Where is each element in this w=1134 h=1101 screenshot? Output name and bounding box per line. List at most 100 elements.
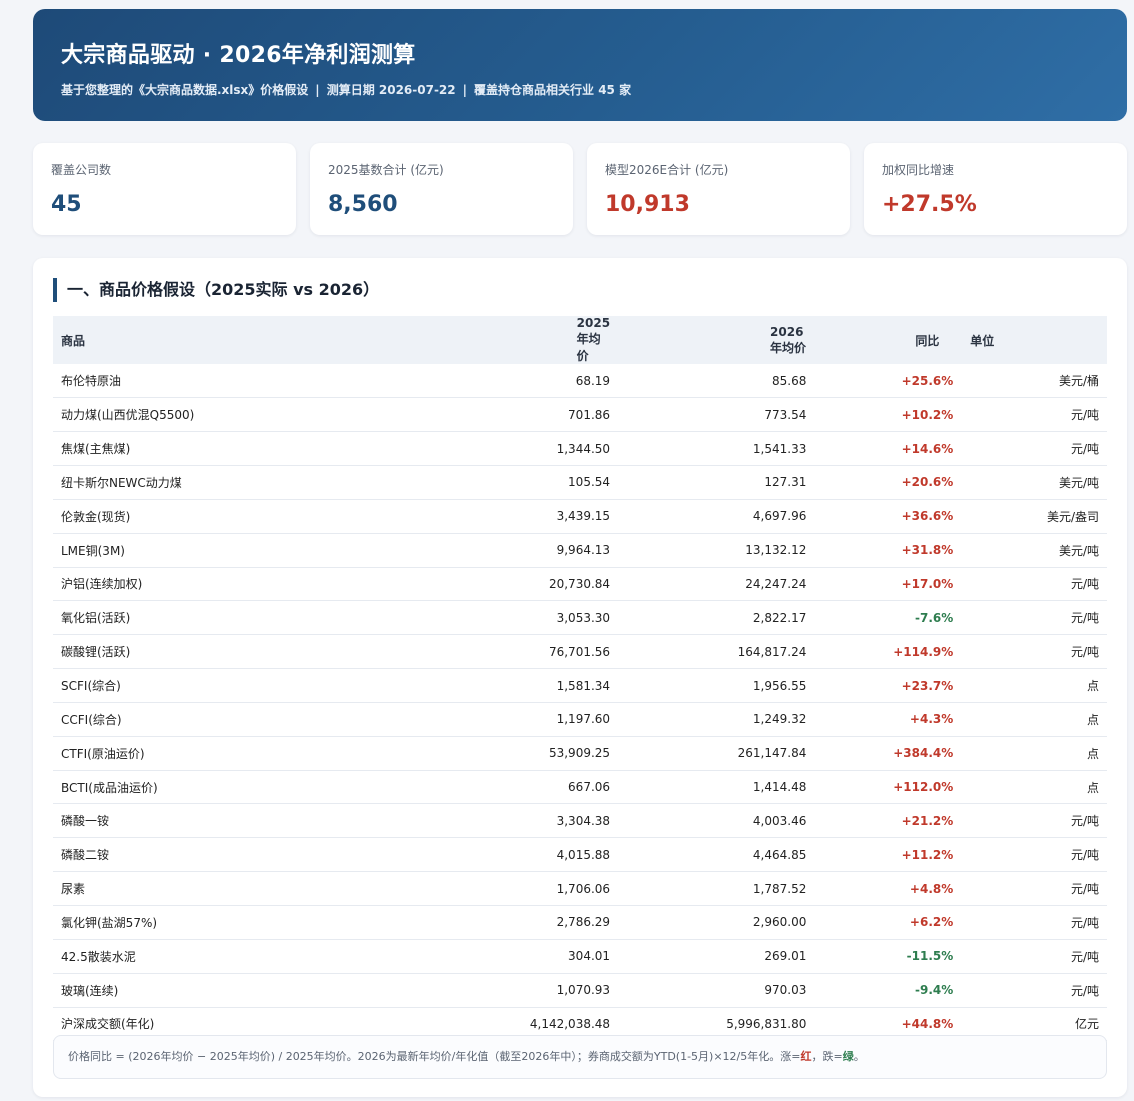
table-row: CTFI(原油运价) 53,909.25 261,147.84 +384.4% 点 <box>53 736 1107 771</box>
commodity-name: 布伦特原油 <box>53 364 234 399</box>
commodity-name: 玻璃(连续) <box>53 973 234 1008</box>
commodity-name: 碳酸锂(活跃) <box>53 634 234 670</box>
price-2026: 1,787.52 <box>618 871 815 906</box>
table-row: 玻璃(连续) 1,070.93 970.03 -9.4% 元/吨 <box>53 973 1107 1008</box>
price-2026: 4,697.96 <box>618 499 815 534</box>
table-row: BCTI(成品油运价) 667.06 1,414.48 +112.0% 点 <box>53 770 1107 805</box>
table-row: LME铜(3M) 9,964.13 13,132.12 +31.8% 美元/吨 <box>53 533 1107 568</box>
price-assumption-card: 一、商品价格假设（2025实际 vs 2026） 商品 2025年均价 2026… <box>33 258 1127 1097</box>
page-header: 大宗商品驱动 · 2026年净利润测算 基于您整理的《大宗商品数据.xlsx》价… <box>33 9 1127 121</box>
price-2026: 1,414.48 <box>618 770 815 805</box>
price-2026: 773.54 <box>618 397 815 433</box>
yoy-change: +384.4% <box>814 736 962 771</box>
yoy-change: +23.7% <box>814 668 962 703</box>
subtitle-coverage: 覆盖持仓商品相关行业 45 家 <box>474 83 632 97</box>
unit: 点 <box>961 736 1107 771</box>
commodity-name: 磷酸一铵 <box>53 803 234 839</box>
price-2026: 4,003.46 <box>618 803 815 839</box>
price-2026: 2,822.17 <box>618 600 815 636</box>
page-title: 大宗商品驱动 · 2026年净利润测算 <box>61 43 416 68</box>
unit: 美元/盎司 <box>961 499 1107 534</box>
unit: 元/吨 <box>961 803 1107 839</box>
unit: 点 <box>961 770 1107 805</box>
table-row: 布伦特原油 68.19 85.68 +25.6% 美元/桶 <box>53 364 1107 399</box>
commodity-name: 动力煤(山西优混Q5500) <box>53 397 234 433</box>
price-2025: 667.06 <box>233 770 619 805</box>
column-header-commodity[interactable]: 商品 <box>53 316 234 364</box>
price-2026: 164,817.24 <box>618 634 815 670</box>
commodity-name: 尿素 <box>53 871 234 906</box>
yoy-change: +21.2% <box>814 803 962 839</box>
column-header-yoy[interactable]: 同比 <box>814 316 962 364</box>
price-2025: 53,909.25 <box>233 736 619 771</box>
price-2025: 3,053.30 <box>233 600 619 636</box>
yoy-change: +4.8% <box>814 871 962 906</box>
price-2026: 970.03 <box>618 973 815 1008</box>
table-row: 纽卡斯尔NEWC动力煤 105.54 127.31 +20.6% 美元/吨 <box>53 465 1107 500</box>
unit: 元/吨 <box>961 939 1107 974</box>
price-2025: 3,439.15 <box>233 499 619 534</box>
unit: 元/吨 <box>961 567 1107 602</box>
price-2026: 269.01 <box>618 939 815 974</box>
price-table: 商品 2025年均价 2026年均价 同比 单位 布伦特原油 68.19 85.68… <box>53 316 1107 1042</box>
table-row: 磷酸一铵 3,304.38 4,003.46 +21.2% 元/吨 <box>53 803 1107 839</box>
unit: 元/吨 <box>961 431 1107 467</box>
column-header-price-2026[interactable]: 2026年均价 <box>618 316 815 364</box>
unit: 美元/吨 <box>961 533 1107 568</box>
commodity-name: SCFI(综合) <box>53 668 234 703</box>
table-row: 氧化铝(活跃) 3,053.30 2,822.17 -7.6% 元/吨 <box>53 600 1107 636</box>
yoy-change: +11.2% <box>814 837 962 873</box>
table-row: 42.5散装水泥 304.01 269.01 -11.5% 元/吨 <box>53 939 1107 974</box>
price-2025: 3,304.38 <box>233 803 619 839</box>
kpi-card-companies: 覆盖公司数 45 <box>33 143 296 235</box>
column-header-price-2025[interactable]: 2025年均价 <box>233 316 619 364</box>
unit: 元/吨 <box>961 973 1107 1008</box>
table-row: 碳酸锂(活跃) 76,701.56 164,817.24 +114.9% 元/吨 <box>53 634 1107 670</box>
kpi-value: +27.5% <box>882 192 977 217</box>
price-2026: 4,464.85 <box>618 837 815 873</box>
price-2026: 13,132.12 <box>618 533 815 568</box>
price-2025: 1,581.34 <box>233 668 619 703</box>
column-header-unit[interactable]: 单位 <box>961 316 1107 364</box>
kpi-card-base-2025: 2025基数合计 (亿元) 8,560 <box>310 143 573 235</box>
price-2026: 1,541.33 <box>618 431 815 467</box>
table-row: 尿素 1,706.06 1,787.52 +4.8% 元/吨 <box>53 871 1107 906</box>
table-row: 焦煤(主焦煤) 1,344.50 1,541.33 +14.6% 元/吨 <box>53 431 1107 467</box>
commodity-name: LME铜(3M) <box>53 533 234 568</box>
price-2025: 1,197.60 <box>233 702 619 737</box>
kpi-label: 加权同比增速 <box>882 163 955 177</box>
table-body: 布伦特原油 68.19 85.68 +25.6% 美元/桶 动力煤(山西优混Q5500) 7… <box>53 364 1107 1042</box>
price-2025: 701.86 <box>233 397 619 433</box>
unit: 元/吨 <box>961 871 1107 906</box>
price-2025: 4,015.88 <box>233 837 619 873</box>
commodity-name: CTFI(原油运价) <box>53 736 234 771</box>
kpi-card-weighted-growth: 加权同比增速 +27.5% <box>864 143 1127 235</box>
price-2025: 105.54 <box>233 465 619 500</box>
unit: 元/吨 <box>961 397 1107 433</box>
subtitle-separator: | <box>315 83 320 97</box>
yoy-change: -11.5% <box>814 939 962 974</box>
commodity-name: 焦煤(主焦煤) <box>53 431 234 467</box>
yoy-change: +17.0% <box>814 567 962 602</box>
table-row: 氯化钾(盐湖57%) 2,786.29 2,960.00 +6.2% 元/吨 <box>53 905 1107 940</box>
price-2025: 76,701.56 <box>233 634 619 670</box>
kpi-value: 10,913 <box>605 192 690 217</box>
page: 大宗商品驱动 · 2026年净利润测算 基于您整理的《大宗商品数据.xlsx》价… <box>0 0 1134 1101</box>
price-2026: 261,147.84 <box>618 736 815 771</box>
price-2025: 20,730.84 <box>233 567 619 602</box>
yoy-change: +6.2% <box>814 905 962 940</box>
kpi-value: 8,560 <box>328 192 398 217</box>
kpi-label: 2025基数合计 (亿元) <box>328 163 444 177</box>
yoy-change: +31.8% <box>814 533 962 568</box>
commodity-name: 伦敦金(现货) <box>53 499 234 534</box>
yoy-change: +36.6% <box>814 499 962 534</box>
commodity-name: 氧化铝(活跃) <box>53 600 234 636</box>
table-row: CCFI(综合) 1,197.60 1,249.32 +4.3% 点 <box>53 702 1107 737</box>
price-2025: 304.01 <box>233 939 619 974</box>
price-2026: 1,956.55 <box>618 668 815 703</box>
kpi-value: 45 <box>51 192 82 217</box>
price-2026: 24,247.24 <box>618 567 815 602</box>
unit: 点 <box>961 668 1107 703</box>
yoy-change: +14.6% <box>814 431 962 467</box>
section-title: 一、商品价格假设（2025实际 vs 2026） <box>53 278 379 302</box>
